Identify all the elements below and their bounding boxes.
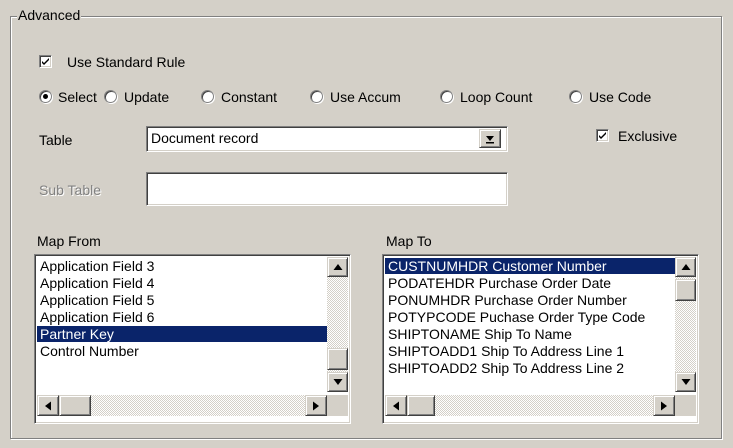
- radio-update[interactable]: [104, 90, 117, 103]
- use-standard-rule-checkbox[interactable]: [39, 55, 52, 68]
- map-to-list-area: CUSTNUMHDR Customer Number PODATEHDR Pur…: [385, 258, 675, 393]
- map-to-listbox[interactable]: CUSTNUMHDR Customer Number PODATEHDR Pur…: [382, 254, 699, 424]
- checkmark-icon: [42, 58, 49, 65]
- list-item[interactable]: Application Field 3: [37, 258, 327, 274]
- table-dropdown-button[interactable]: [479, 129, 501, 148]
- list-item[interactable]: Control Number: [37, 343, 327, 359]
- radio-constant-label: Constant: [221, 89, 278, 105]
- radio-update-label: Update: [124, 89, 170, 105]
- map-to-scroll-down-button[interactable]: [675, 372, 696, 392]
- map-to-scroll-right-button[interactable]: [653, 395, 675, 416]
- radio-constant[interactable]: [201, 90, 214, 103]
- map-to-label: Map To: [386, 233, 432, 249]
- map-from-vscroll-thumb[interactable]: [327, 348, 348, 370]
- radio-select[interactable]: [39, 90, 52, 103]
- map-from-hscroll-thumb[interactable]: [59, 395, 91, 416]
- list-item[interactable]: SHIPTOADD1 Ship To Address Line 1: [385, 343, 675, 359]
- list-item-selected[interactable]: CUSTNUMHDR Customer Number: [385, 258, 675, 274]
- radio-loop-count-label: Loop Count: [460, 89, 533, 105]
- advanced-group-title: Advanced: [17, 6, 82, 24]
- use-standard-rule-label: Use Standard Rule: [67, 54, 186, 70]
- map-to-scroll-up-button[interactable]: [675, 257, 696, 277]
- sub-table-input[interactable]: [146, 172, 508, 206]
- list-item[interactable]: Application Field 4: [37, 275, 327, 291]
- radio-use-accum[interactable]: [310, 90, 323, 103]
- table-dropdown-value: Document record: [151, 130, 259, 146]
- map-from-scroll-down-button[interactable]: [327, 372, 348, 392]
- list-item[interactable]: POTYPCODE Puchase Order Type Code: [385, 309, 675, 325]
- arrow-down-icon: [681, 379, 690, 385]
- arrow-left-icon: [393, 401, 399, 410]
- radio-select-label: Select: [58, 89, 97, 105]
- map-from-scroll-up-button[interactable]: [327, 257, 348, 277]
- radio-selected-dot: [43, 94, 48, 99]
- table-dropdown[interactable]: Document record: [146, 126, 508, 152]
- list-item[interactable]: PODATEHDR Purchase Order Date: [385, 275, 675, 291]
- map-to-scroll-left-button[interactable]: [385, 395, 407, 416]
- arrow-left-icon: [45, 401, 51, 410]
- radio-loop-count[interactable]: [440, 90, 453, 103]
- radio-use-code-label: Use Code: [589, 89, 652, 105]
- map-from-label: Map From: [37, 233, 101, 249]
- map-from-scroll-left-button[interactable]: [37, 395, 59, 416]
- sub-table-label: Sub Table: [39, 182, 102, 198]
- scroll-corner: [675, 395, 696, 416]
- exclusive-label: Exclusive: [618, 128, 678, 144]
- arrow-up-icon: [333, 264, 342, 270]
- arrow-right-icon: [313, 401, 319, 410]
- list-item[interactable]: Application Field 5: [37, 292, 327, 308]
- map-to-hscroll-thumb[interactable]: [407, 395, 435, 416]
- list-item[interactable]: PONUMHDR Purchase Order Number: [385, 292, 675, 308]
- table-label: Table: [39, 132, 73, 148]
- map-from-listbox[interactable]: Application Field 3 Application Field 4 …: [34, 254, 351, 424]
- arrow-right-icon: [661, 401, 667, 410]
- checkmark-icon: [599, 132, 606, 139]
- list-item[interactable]: Application Field 6: [37, 309, 327, 325]
- radio-use-accum-label: Use Accum: [330, 89, 401, 105]
- arrow-down-icon: [333, 379, 342, 385]
- map-from-scroll-right-button[interactable]: [305, 395, 327, 416]
- dropdown-arrow-icon: [486, 135, 494, 143]
- scroll-corner: [327, 395, 348, 416]
- map-to-vscroll-thumb[interactable]: [675, 279, 696, 301]
- list-item-selected[interactable]: Partner Key: [37, 326, 327, 342]
- list-item[interactable]: SHIPTOADD2 Ship To Address Line 2: [385, 360, 675, 376]
- exclusive-checkbox[interactable]: [596, 129, 609, 142]
- radio-use-code[interactable]: [569, 90, 582, 103]
- list-item[interactable]: SHIPTONAME Ship To Name: [385, 326, 675, 342]
- arrow-up-icon: [681, 264, 690, 270]
- map-from-list-area: Application Field 3 Application Field 4 …: [37, 258, 327, 388]
